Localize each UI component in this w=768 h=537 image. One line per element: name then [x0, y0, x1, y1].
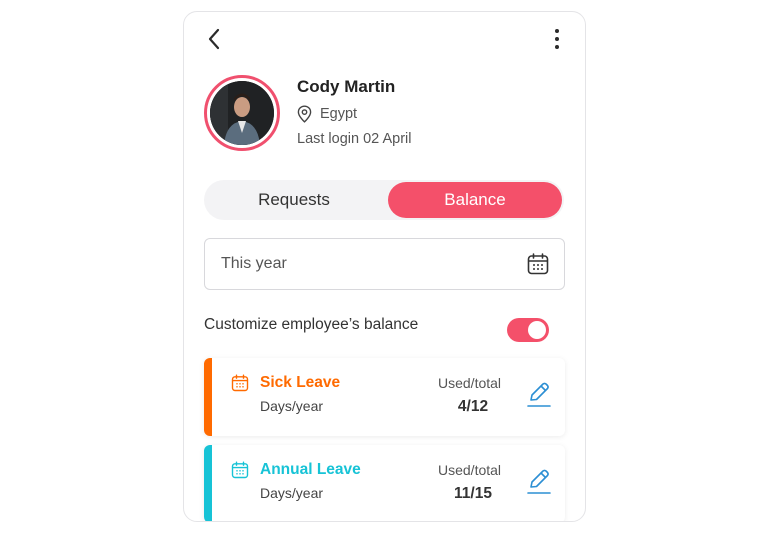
- calendar-icon: [527, 253, 549, 275]
- leave-balance-value: 11/15: [454, 485, 492, 502]
- leave-title: Annual Leave: [260, 461, 361, 478]
- last-login: Last login 02 April: [297, 131, 412, 147]
- avatar-ring: [204, 75, 280, 151]
- used-total-label: Used/total: [438, 462, 502, 478]
- more-options-button[interactable]: [547, 26, 567, 52]
- more-vertical-icon: [555, 29, 559, 33]
- leave-card-sick: Sick Leave Days/year Used/total 4/12: [204, 358, 565, 436]
- leave-balance-value: 4/12: [457, 398, 489, 415]
- tab-switcher: Requests Balance: [204, 180, 564, 220]
- employee-location: Egypt: [297, 105, 357, 123]
- back-chevron-icon: [208, 28, 220, 50]
- calendar-icon: [231, 374, 249, 392]
- avatar-photo: [210, 81, 274, 145]
- leave-title: Sick Leave: [260, 374, 341, 391]
- back-button[interactable]: [202, 26, 226, 52]
- date-filter-field[interactable]: This year: [204, 238, 565, 290]
- leave-color-bar: [204, 445, 212, 521]
- date-filter-value: This year: [221, 255, 287, 272]
- customize-balance-toggle[interactable]: [507, 318, 549, 342]
- tab-balance[interactable]: Balance: [388, 182, 562, 218]
- employee-name: Cody Martin: [297, 77, 396, 96]
- location-pin-icon: [297, 105, 312, 123]
- customize-balance-label: Customize employee’s balance: [204, 316, 419, 333]
- avatar: [210, 81, 274, 145]
- leave-card-annual: Annual Leave Days/year Used/total 11/15: [204, 445, 565, 521]
- pencil-edit-icon[interactable]: [527, 468, 551, 496]
- leave-color-bar: [204, 358, 212, 436]
- employee-card: Cody Martin Egypt Last login 02 April Re…: [183, 11, 586, 522]
- location-text: Egypt: [320, 106, 358, 122]
- leave-unit: Days/year: [260, 485, 324, 501]
- leave-unit: Days/year: [260, 398, 324, 414]
- tab-requests[interactable]: Requests: [204, 182, 384, 218]
- calendar-icon: [231, 461, 249, 479]
- used-total-label: Used/total: [438, 375, 502, 391]
- toggle-knob: [528, 321, 546, 339]
- pencil-edit-icon[interactable]: [527, 381, 551, 409]
